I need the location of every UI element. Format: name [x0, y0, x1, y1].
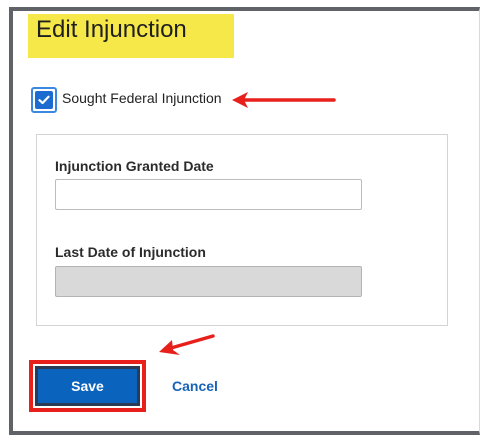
checkmark-icon	[38, 95, 50, 105]
injunction-granted-date-input[interactable]	[55, 179, 362, 210]
cancel-button[interactable]: Cancel	[172, 378, 218, 394]
page-title: Edit Injunction	[36, 16, 187, 43]
arrow-icon	[159, 334, 215, 355]
arrow-icon	[232, 92, 336, 108]
checkbox-label: Sought Federal Injunction	[62, 90, 222, 106]
last-date-of-injunction-label: Last Date of Injunction	[55, 244, 206, 260]
sought-federal-injunction-checkbox[interactable]	[35, 91, 53, 109]
save-button[interactable]: Save	[35, 366, 140, 406]
last-date-of-injunction-input	[55, 266, 362, 297]
injunction-granted-date-label: Injunction Granted Date	[55, 158, 214, 174]
